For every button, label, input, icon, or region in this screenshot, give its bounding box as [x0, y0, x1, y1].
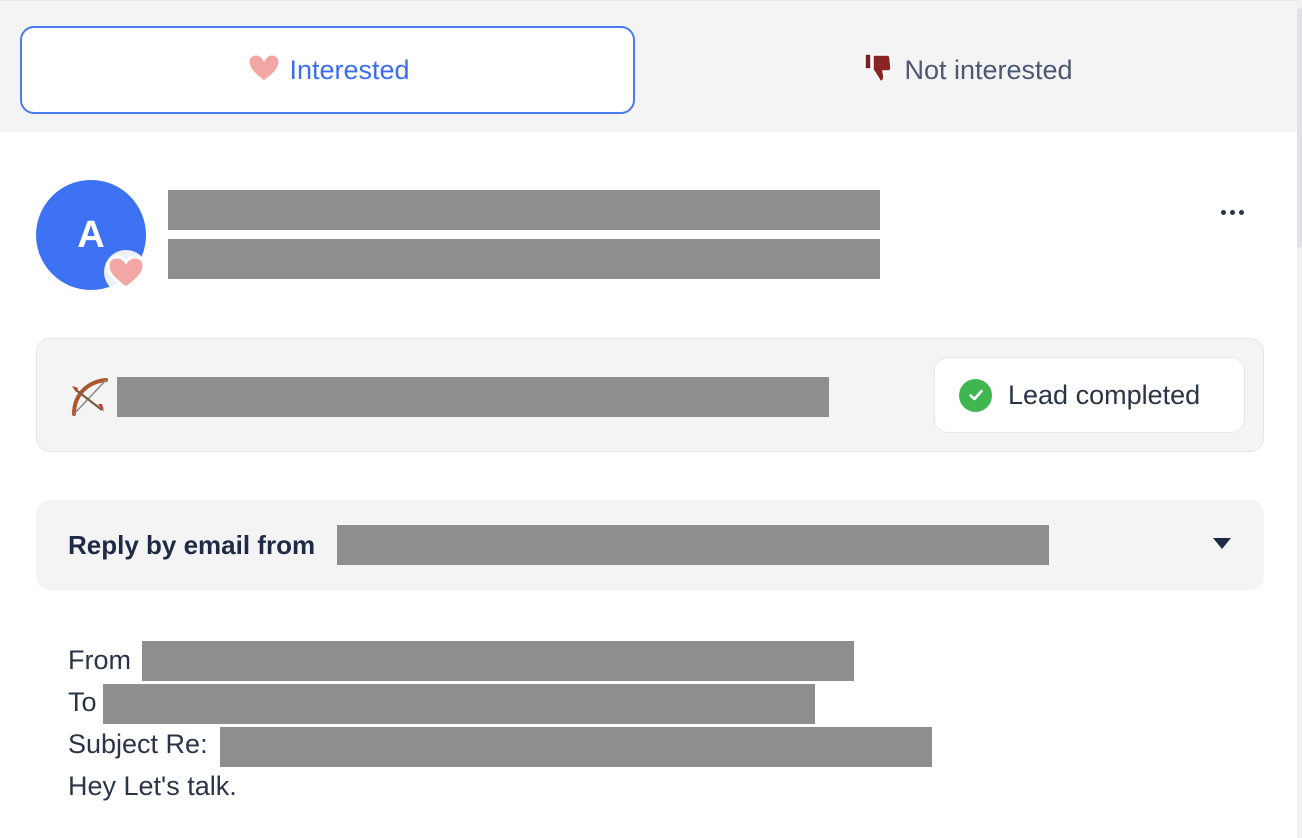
- reply-label: Reply by email from: [68, 530, 316, 560]
- scrollbar-thumb[interactable]: [1297, 8, 1302, 248]
- tab-interested[interactable]: Interested: [20, 26, 635, 114]
- interested-badge-icon: [100, 248, 152, 296]
- dot-icon: [1229, 209, 1235, 215]
- lead-email-redacted: [168, 239, 880, 279]
- email-subject-label: Subject Re:: [68, 729, 208, 759]
- campaign-name-redacted: [117, 377, 829, 417]
- tab-not-interested-label: Not interested: [904, 54, 1073, 85]
- heart-icon: [245, 50, 283, 91]
- tab-not-interested[interactable]: Not interested: [640, 26, 1295, 114]
- email-to-redacted: [103, 684, 815, 724]
- email-from-label: From: [68, 645, 131, 675]
- bow-and-arrow-icon: [68, 374, 112, 418]
- dot-icon: [1238, 209, 1244, 215]
- lead-status-text: Lead completed: [1008, 379, 1201, 410]
- lead-name-redacted: [168, 190, 880, 230]
- email-from-redacted: [142, 641, 854, 681]
- thumbs-down-icon: [862, 51, 896, 90]
- lead-status-badge: Lead completed: [934, 357, 1245, 433]
- email-subject-redacted: [220, 727, 932, 767]
- more-options-button[interactable]: [1212, 196, 1252, 228]
- email-to-label: To: [68, 687, 97, 717]
- check-circle-icon: [959, 378, 992, 412]
- chevron-down-icon[interactable]: [1213, 538, 1231, 549]
- reply-sender-redacted: [337, 525, 1049, 565]
- email-body: Hey Let's talk.: [68, 771, 237, 801]
- tab-interested-label: Interested: [289, 54, 410, 85]
- dot-icon: [1220, 209, 1226, 215]
